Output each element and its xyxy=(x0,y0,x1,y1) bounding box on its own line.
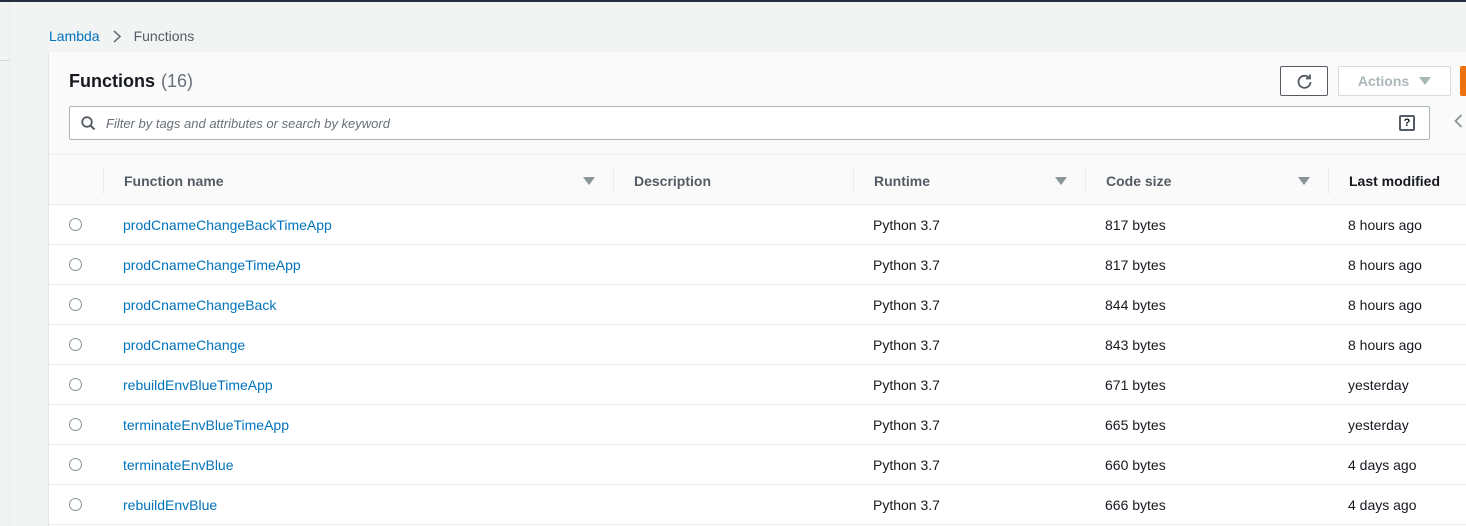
row-select-radio[interactable] xyxy=(69,458,82,471)
code-size-cell: 817 bytes xyxy=(1105,257,1166,273)
column-divider xyxy=(1085,168,1086,194)
row-select-radio[interactable] xyxy=(69,378,82,391)
function-name-link[interactable]: terminateEnvBlueTimeApp xyxy=(123,417,289,433)
caret-down-icon[interactable] xyxy=(583,177,595,185)
last-modified-cell: 8 hours ago xyxy=(1348,217,1422,233)
function-count: (16) xyxy=(161,71,194,91)
table-row[interactable]: terminateEnvBlue Python 3.7 660 bytes 4 … xyxy=(49,445,1466,485)
column-divider xyxy=(103,168,104,194)
code-size-cell: 660 bytes xyxy=(1105,457,1166,473)
row-select-radio[interactable] xyxy=(69,418,82,431)
search-input[interactable] xyxy=(106,113,1386,133)
runtime-cell: Python 3.7 xyxy=(873,217,940,233)
table-row[interactable]: rebuildEnvBlueTimeApp Python 3.7 671 byt… xyxy=(49,365,1466,405)
row-select-radio[interactable] xyxy=(69,338,82,351)
refresh-icon xyxy=(1297,74,1311,89)
runtime-cell: Python 3.7 xyxy=(873,297,940,313)
table-row[interactable]: rebuildEnvBlue Python 3.7 666 bytes 4 da… xyxy=(49,485,1466,525)
function-name-link[interactable]: rebuildEnvBlueTimeApp xyxy=(123,377,273,393)
column-divider xyxy=(613,168,614,194)
table-row[interactable]: prodCnameChangeBack Python 3.7 844 bytes… xyxy=(49,285,1466,325)
last-modified-cell: yesterday xyxy=(1348,417,1409,433)
runtime-cell: Python 3.7 xyxy=(873,497,940,513)
column-header-code-size[interactable]: Code size xyxy=(1106,169,1171,193)
breadcrumb: Lambda Functions xyxy=(49,27,194,45)
caret-down-icon[interactable] xyxy=(1055,177,1067,185)
function-name-link[interactable]: prodCnameChange xyxy=(123,337,245,353)
top-nav-border xyxy=(0,0,1466,2)
search-box: ? xyxy=(69,106,1430,140)
code-size-cell: 665 bytes xyxy=(1105,417,1166,433)
rail-divider xyxy=(0,60,10,61)
row-select-radio[interactable] xyxy=(69,258,82,271)
page-title: Functions (16) xyxy=(69,71,193,92)
panel-header: Functions (16) Actions ? xyxy=(49,52,1466,155)
create-function-button[interactable] xyxy=(1460,66,1466,96)
actions-label: Actions xyxy=(1357,73,1410,89)
function-name-link[interactable]: prodCnameChangeBack xyxy=(123,297,276,313)
title-text: Functions xyxy=(69,71,155,91)
chevron-right-icon xyxy=(110,29,124,43)
search-icon xyxy=(81,116,96,131)
functions-panel: Functions(16) Actions ? Function xyxy=(49,52,1466,526)
runtime-cell: Python 3.7 xyxy=(873,257,940,273)
table-body: prodCnameChangeBackTimeApp Python 3.7 81… xyxy=(49,205,1466,525)
last-modified-cell: yesterday xyxy=(1348,377,1409,393)
column-divider xyxy=(1328,168,1329,194)
function-name-link[interactable]: terminateEnvBlue xyxy=(123,457,234,473)
function-name-link[interactable]: rebuildEnvBlue xyxy=(123,497,217,513)
row-select-radio[interactable] xyxy=(69,298,82,311)
caret-down-icon[interactable] xyxy=(1298,177,1310,185)
last-modified-cell: 4 days ago xyxy=(1348,497,1417,513)
table-row[interactable]: prodCnameChange Python 3.7 843 bytes 8 h… xyxy=(49,325,1466,365)
column-header-description[interactable]: Description xyxy=(634,169,711,193)
chevron-left-icon[interactable] xyxy=(1454,114,1463,133)
code-size-cell: 666 bytes xyxy=(1105,497,1166,513)
caret-down-icon xyxy=(1419,77,1432,85)
last-modified-cell: 8 hours ago xyxy=(1348,257,1422,273)
side-nav-rail xyxy=(0,2,10,526)
runtime-cell: Python 3.7 xyxy=(873,337,940,353)
breadcrumb-current: Functions xyxy=(133,28,195,44)
function-name-link[interactable]: prodCnameChangeBackTimeApp xyxy=(123,217,332,233)
column-header-function-name[interactable]: Function name xyxy=(124,169,224,193)
table-row[interactable]: terminateEnvBlueTimeApp Python 3.7 665 b… xyxy=(49,405,1466,445)
code-size-cell: 671 bytes xyxy=(1105,377,1166,393)
column-divider xyxy=(853,168,854,194)
code-size-cell: 817 bytes xyxy=(1105,217,1166,233)
table-header: Function name Description Runtime Code s… xyxy=(49,156,1466,205)
last-modified-cell: 8 hours ago xyxy=(1348,297,1422,313)
column-header-last-modified[interactable]: Last modified xyxy=(1349,169,1440,193)
breadcrumb-lambda-link[interactable]: Lambda xyxy=(49,28,100,44)
table-row[interactable]: prodCnameChangeTimeApp Python 3.7 817 by… xyxy=(49,245,1466,285)
actions-dropdown-button[interactable]: Actions xyxy=(1338,66,1451,96)
help-icon[interactable]: ? xyxy=(1399,115,1415,131)
runtime-cell: Python 3.7 xyxy=(873,417,940,433)
refresh-button[interactable] xyxy=(1280,66,1328,96)
code-size-cell: 844 bytes xyxy=(1105,297,1166,313)
function-name-link[interactable]: prodCnameChangeTimeApp xyxy=(123,257,301,273)
table-row[interactable]: prodCnameChangeBackTimeApp Python 3.7 81… xyxy=(49,205,1466,245)
last-modified-cell: 8 hours ago xyxy=(1348,337,1422,353)
row-select-radio[interactable] xyxy=(69,218,82,231)
runtime-cell: Python 3.7 xyxy=(873,377,940,393)
runtime-cell: Python 3.7 xyxy=(873,457,940,473)
row-select-radio[interactable] xyxy=(69,498,82,511)
code-size-cell: 843 bytes xyxy=(1105,337,1166,353)
last-modified-cell: 4 days ago xyxy=(1348,457,1417,473)
column-header-runtime[interactable]: Runtime xyxy=(874,169,930,193)
